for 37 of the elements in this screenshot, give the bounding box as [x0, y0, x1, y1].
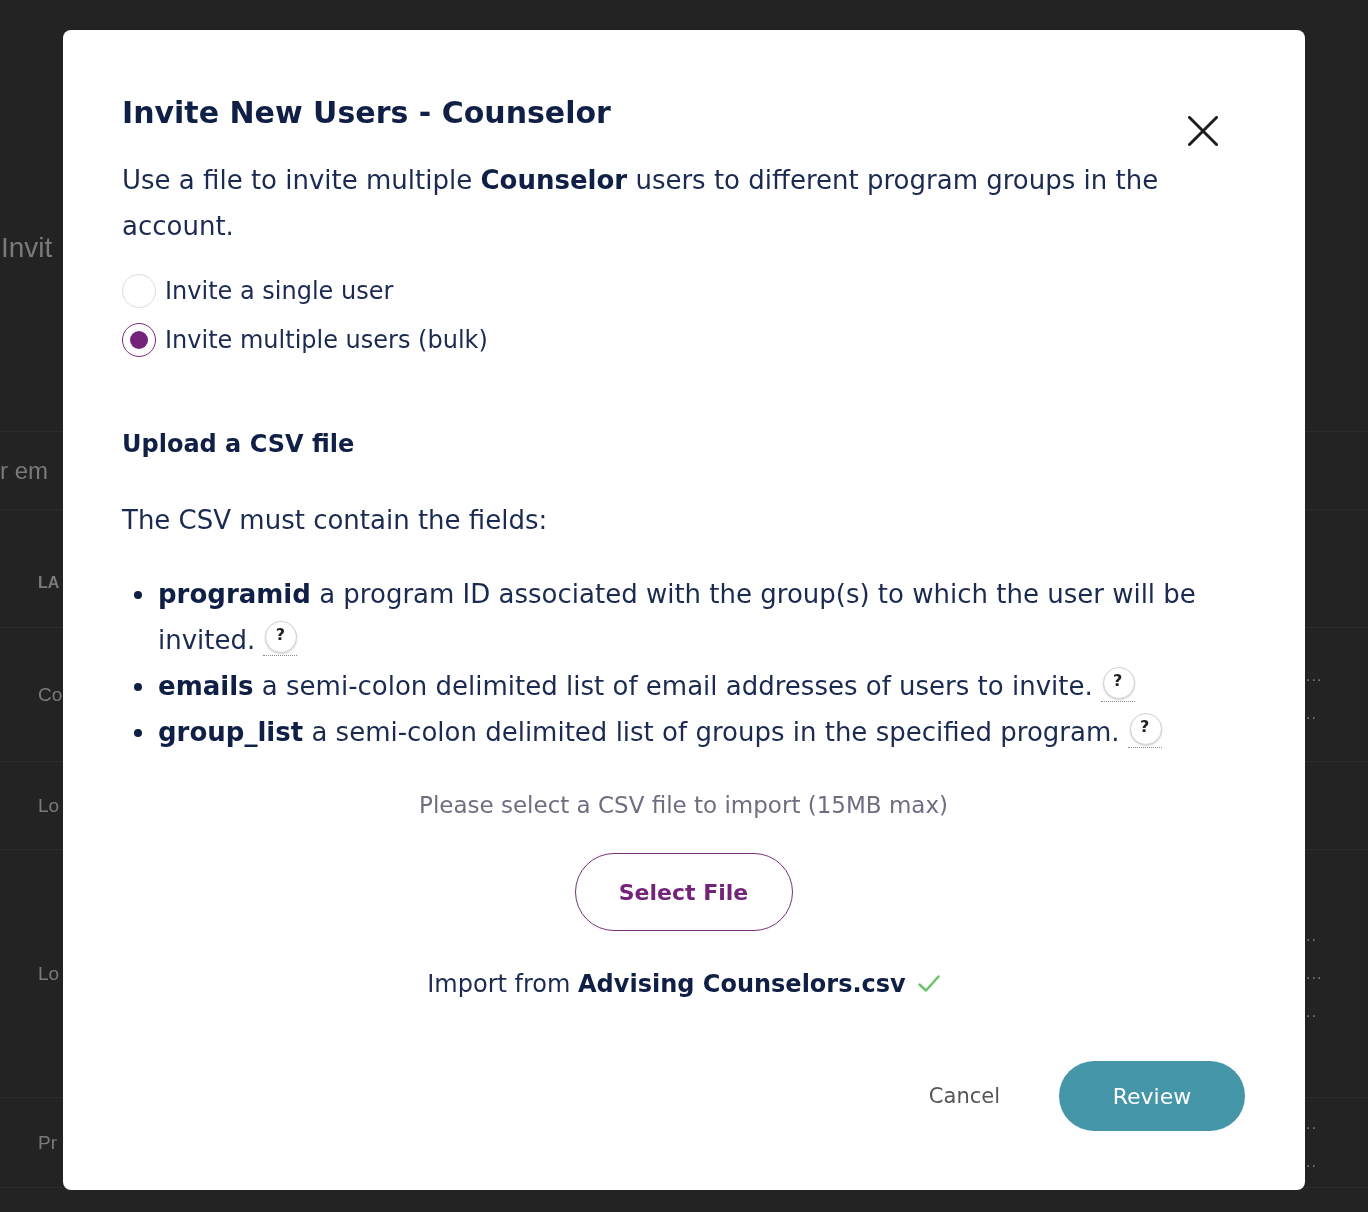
bullet-icon — [134, 591, 142, 599]
radio-button[interactable] — [122, 322, 156, 357]
ellipsis-text: ... — [1306, 665, 1323, 686]
select-file-button[interactable]: Select File — [574, 853, 793, 931]
ellipsis-text: .. — [1306, 1001, 1317, 1022]
upload-hint: Please select a CSV file to import (15MB max) — [419, 791, 948, 820]
table-cell: Co — [38, 682, 63, 707]
page-title: Invit — [0, 231, 53, 265]
help-button[interactable]: ? — [263, 619, 298, 656]
cancel-button[interactable]: Cancel — [928, 1084, 1000, 1108]
ellipsis-text: .. — [1306, 703, 1317, 724]
import-status: Import from Advising Counselors.csv — [427, 969, 906, 1000]
column-header: LA — [38, 573, 60, 593]
table-cell: Lo — [38, 961, 60, 986]
table-cell: Pr — [38, 1130, 57, 1155]
close-icon — [1188, 116, 1218, 146]
ellipsis-text: ... — [1306, 963, 1323, 984]
field-description: group_list a semi-colon delimited list of groups in the specified program. ? — [158, 709, 1162, 755]
field-description: emails a semi-colon delimited list of email addresses of users to invite. ? — [158, 663, 1135, 709]
help-button[interactable]: ? — [1100, 665, 1135, 702]
dialog-description: Use a file to invite multiple Counselor users to different program groups in the account. — [122, 164, 1160, 243]
search-text: r em — [0, 455, 48, 486]
ellipsis-text: .. — [1306, 1151, 1317, 1172]
fields-intro: The CSV must contain the fields: — [122, 504, 549, 537]
bullet-icon — [134, 729, 142, 737]
section-heading: Upload a CSV file — [122, 429, 356, 460]
field-description: programid a program ID associated with the group(s) to which the user will be invited. ? — [158, 578, 1197, 658]
radio-label[interactable]: Invite a single user — [165, 273, 394, 308]
ellipsis-text: .. — [1306, 1113, 1317, 1134]
dialog-title: Invite New Users - Counselor — [122, 94, 611, 132]
help-button[interactable]: ? — [1127, 711, 1162, 748]
table-cell: Lo — [38, 793, 60, 818]
check-icon — [917, 975, 940, 993]
ellipsis-text: .. — [1306, 925, 1317, 946]
bullet-icon — [134, 683, 142, 691]
radio-label[interactable]: Invite multiple users (bulk) — [165, 322, 488, 357]
close-button[interactable] — [1188, 116, 1218, 146]
